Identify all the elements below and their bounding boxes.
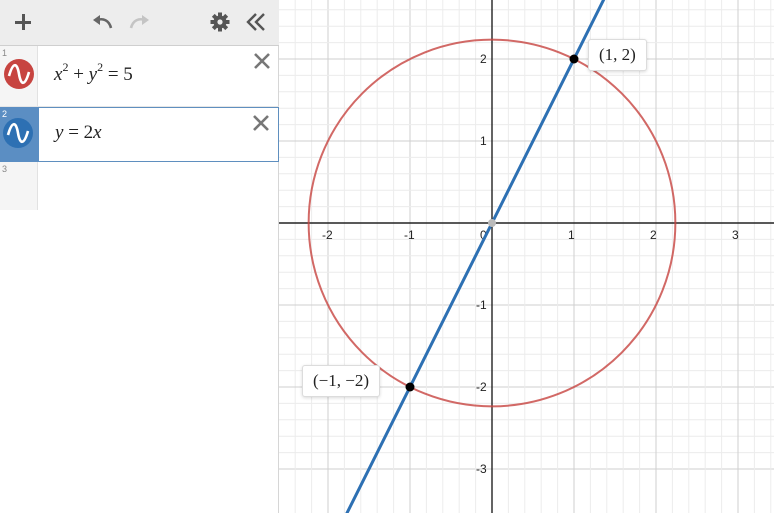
x-tick-label: 2 <box>650 228 657 242</box>
graph-canvas[interactable]: -2 -1 0 1 2 3 2 1 -1 -2 -3 (1, 2) (−1, −2) <box>279 0 774 513</box>
expression-gutter: 1 <box>0 46 38 106</box>
intersection-point <box>405 382 415 392</box>
close-icon <box>253 115 269 131</box>
delete-expression-button[interactable] <box>251 50 273 72</box>
origin-point <box>488 219 496 227</box>
expression-input[interactable]: y = 2x <box>55 122 102 144</box>
gear-icon <box>210 12 230 32</box>
undo-button[interactable] <box>88 7 118 37</box>
point-label-1-2[interactable]: (1, 2) <box>588 39 647 71</box>
expression-input[interactable]: x2 + y2 = 5 <box>54 61 133 86</box>
expression-index: 3 <box>2 164 8 174</box>
settings-button[interactable] <box>205 7 235 37</box>
graph-svg[interactable]: -2 -1 0 1 2 321-1-2-3 <box>279 0 774 513</box>
add-expression-button[interactable] <box>8 7 38 37</box>
close-icon <box>254 53 270 69</box>
collapse-panel-button[interactable] <box>241 7 271 37</box>
y-tick-label: -2 <box>476 380 487 394</box>
expression-gutter: 2 <box>0 107 39 162</box>
y-tick-label: 1 <box>480 134 487 148</box>
plus-icon <box>15 14 31 30</box>
point-label-neg1-neg2[interactable]: (−1, −2) <box>302 365 380 397</box>
y-tick-label: 2 <box>480 52 487 66</box>
x-tick-label: -2 <box>322 228 333 242</box>
expression-row-3[interactable]: 3 <box>0 162 279 210</box>
delete-expression-button[interactable] <box>250 112 272 134</box>
y-tick-label: -3 <box>476 462 487 476</box>
x-tick-label: -1 <box>404 228 415 242</box>
tick-labels: -2 -1 0 1 2 321-1-2-3 <box>322 52 739 476</box>
grid-lines <box>279 0 774 513</box>
expression-row-2[interactable]: 2 y = 2x <box>0 107 279 162</box>
double-chevron-left-icon <box>246 13 265 31</box>
expression-toolbar <box>0 0 279 46</box>
x-tick-label: 3 <box>732 228 739 242</box>
x-tick-label: 1 <box>568 228 575 242</box>
redo-icon <box>129 15 149 29</box>
color-swatch-button[interactable] <box>4 59 34 89</box>
expression-gutter: 3 <box>0 162 38 210</box>
y-tick-label: -1 <box>476 298 487 312</box>
wave-icon <box>7 63 31 85</box>
intersection-point <box>569 54 579 64</box>
undo-icon <box>93 15 113 29</box>
color-swatch-button[interactable] <box>3 118 33 148</box>
expression-row-1[interactable]: 1 x2 + y2 = 5 <box>0 46 279 107</box>
redo-button[interactable] <box>124 7 154 37</box>
expression-index: 1 <box>2 48 8 58</box>
expression-list-panel: 1 x2 + y2 = 5 2 y = 2x 3 <box>0 0 279 513</box>
wave-icon <box>6 122 30 144</box>
